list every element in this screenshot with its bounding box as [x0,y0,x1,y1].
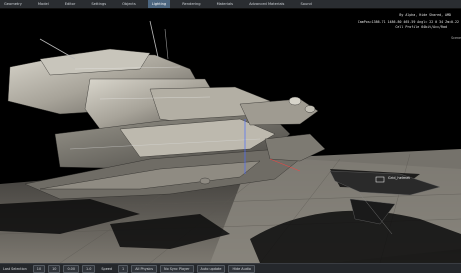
menu-geometry[interactable]: Geometry [0,0,26,8]
angle-field[interactable]: 0.00 [63,264,79,273]
credit-text: By Alpha, Hide Shared, AMD [399,13,451,17]
no-sync-player-button[interactable]: No Sync Player [160,264,194,273]
camera-position-readout: CamPos=1386.71 1486.80 465.59 Angl= 22 0… [357,20,459,24]
speed-label: Speed [101,266,113,271]
menu-model[interactable]: Model [34,0,53,8]
last-selection-label: Last Selection [3,266,27,271]
scene-render [0,20,461,263]
starship [7,20,326,200]
menu-advanced-materials[interactable]: Advanced Materials [245,0,288,8]
all-physics-button[interactable]: All Physics [131,264,158,273]
menu-objects[interactable]: Objects [118,0,140,8]
auto-update-button[interactable]: Auto update [196,264,226,273]
snap-field[interactable]: 10 [48,264,61,273]
object-label: Grid_helmet [388,176,410,180]
speed-field[interactable]: 1 [118,264,129,273]
menu-bar: Geometry Model Editor Settings Objects L… [0,0,461,9]
menu-rendering[interactable]: Rendering [178,0,204,8]
hide-audio-button[interactable]: Hide Audio [228,264,255,273]
grid-size-field[interactable]: 10 [32,264,46,273]
render-viewport[interactable]: By Alpha, Hide Shared, AMD CamPos=1386.7… [0,9,461,263]
profile-readout: Cell Profile 64bit/Acc/Rad [395,25,447,29]
menu-sound[interactable]: Sound [296,0,315,8]
scale-field[interactable]: 1.0 [82,264,96,273]
menu-editor[interactable]: Editor [61,0,80,8]
edge-label: Scene [451,36,461,40]
menu-materials[interactable]: Materials [213,0,237,8]
menu-lighting[interactable]: Lighting [147,0,171,8]
menu-settings[interactable]: Settings [87,0,110,8]
